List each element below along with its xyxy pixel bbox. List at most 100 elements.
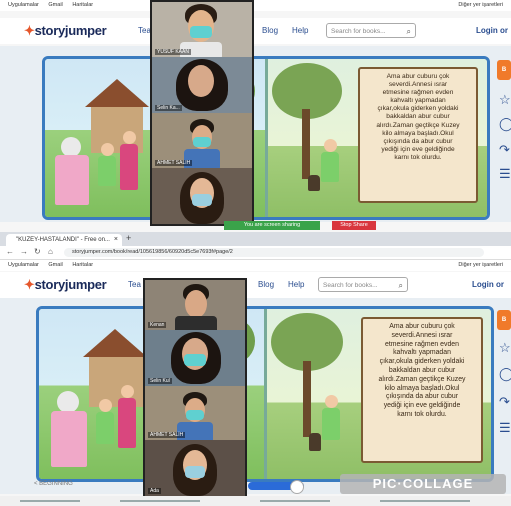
bookmarks-bar: Uygulamalar Gmail Haritalar Diğer yer iş… — [0, 0, 511, 11]
bottom-toolbar-strip — [0, 496, 511, 506]
participant-tile[interactable]: Ada — [145, 440, 245, 496]
book-page-right: Ama abur cuburu çok severdi.Annesi ısrar… — [265, 309, 491, 479]
story-line: bakkaldan abur cubur — [388, 366, 456, 374]
story-line: alırdı.Zaman geçtikçe Kuzey — [378, 375, 466, 383]
bookmark-other[interactable]: Diğer yer işaretleri — [458, 0, 503, 11]
story-line: severdi.Annesi ısrar — [388, 81, 448, 89]
boy — [98, 156, 116, 186]
buy-tab[interactable]: B — [497, 310, 511, 330]
login-link[interactable]: Login or — [476, 26, 508, 35]
backpack — [308, 175, 320, 191]
participant-name: Selin Kul — [148, 378, 172, 384]
bookmark-maps[interactable]: Haritalar — [72, 2, 93, 8]
search-input[interactable]: Search for books... ⌕ — [326, 23, 416, 38]
bookmark-maps[interactable]: Haritalar — [72, 262, 93, 268]
story-line: Ama abur cuburu çok — [389, 323, 455, 330]
bookmark-gmail[interactable]: Gmail — [48, 262, 62, 268]
backpack — [309, 433, 321, 451]
search-icon: ⌕ — [398, 281, 403, 290]
boy-head — [99, 399, 112, 412]
participant-tile[interactable]: Selin Kul — [145, 330, 245, 386]
share-icon[interactable]: ↷ — [499, 142, 510, 158]
story-line: karnı tok olurdu. — [394, 153, 442, 161]
list-icon[interactable]: ☰ — [499, 420, 511, 436]
boy — [96, 412, 114, 444]
pic-collage-watermark: PIC·COLLAGE — [340, 474, 506, 494]
tree-trunk — [303, 361, 311, 437]
story-line: çıkışında da abur cubur — [383, 137, 453, 145]
book-spine — [264, 309, 267, 479]
nav-help[interactable]: Help — [288, 280, 304, 289]
grandma — [55, 155, 89, 205]
close-icon[interactable]: × — [114, 234, 118, 246]
house-roof — [83, 329, 147, 357]
story-line: alırdı.Zaman geçtikçe Kuzey — [376, 121, 460, 129]
kuzey — [322, 408, 340, 440]
book-viewer[interactable]: Ama abur cuburu çok severdi.Annesi ısrar… — [36, 306, 494, 482]
participant-tile[interactable] — [152, 168, 252, 224]
nav-teachers[interactable]: Tea — [138, 26, 151, 35]
participant-name: Ada — [148, 488, 161, 494]
story-line: bakkaldan abur cubur — [386, 113, 450, 121]
nav-teachers[interactable]: Tea — [128, 280, 141, 289]
screen-share-status: You are screen sharing — [224, 221, 320, 230]
story-line: kilo almaya başladı.Okul — [384, 384, 460, 392]
page-slider[interactable] — [248, 480, 304, 494]
participant-tile[interactable]: Selin Ka... — [152, 57, 252, 113]
search-icon: ⌕ — [406, 27, 411, 36]
story-line: yediği için eve geldiğinde — [383, 402, 461, 410]
buy-tab[interactable]: B — [497, 60, 511, 80]
nav-blog[interactable]: Blog — [258, 280, 274, 289]
login-link[interactable]: Login or — [472, 280, 504, 289]
screen-share-bar: You are screen sharing Stop Share — [224, 221, 384, 230]
forward-icon[interactable]: → — [20, 247, 28, 256]
url-field[interactable]: storyjumper.com/book/read/105619856/6092… — [64, 248, 484, 257]
story-line: severdi.Annesi ısrar — [391, 331, 453, 339]
comment-icon[interactable]: ◯ — [499, 366, 511, 382]
reload-icon[interactable]: ↻ — [34, 247, 41, 256]
star-icon[interactable]: ☆ — [499, 92, 511, 108]
comment-icon[interactable]: ◯ — [499, 116, 511, 132]
browser-tabbar: "KUZEY-HASTALANDI" - Free on... × + — [0, 232, 511, 246]
participant-name: AHMET SALİH — [148, 432, 186, 438]
browser-tab[interactable]: "KUZEY-HASTALANDI" - Free on... × — [6, 234, 122, 246]
book-viewer[interactable]: Ama abur cuburu çok severdi.Annesi ısrar… — [42, 56, 490, 220]
search-input[interactable]: Search for books... ⌕ — [318, 277, 408, 292]
kuzey-head — [324, 139, 337, 152]
stop-share-button[interactable]: Stop Share — [332, 221, 376, 230]
nav-help[interactable]: Help — [292, 26, 308, 35]
kuzey — [321, 152, 339, 182]
storyjumper-logo[interactable]: ✦storyjumper — [24, 277, 107, 293]
list-icon[interactable]: ☰ — [499, 166, 511, 182]
story-line: kahvaltı yapmadan — [390, 97, 446, 105]
back-icon[interactable]: ← — [6, 247, 14, 256]
nav-blog[interactable]: Blog — [262, 26, 278, 35]
story-text-box: Ama abur cuburu çok severdi.Annesi ısrar… — [358, 67, 478, 203]
bookmark-apps[interactable]: Uygulamalar — [8, 2, 39, 8]
participant-name: AHMET SALIH — [155, 160, 193, 166]
story-line: çıkar,okula giderken yoldaki — [377, 105, 459, 113]
new-tab-button[interactable]: + — [126, 233, 131, 243]
participant-tile[interactable]: AHMET SALIH — [152, 113, 252, 168]
story-line: kilo almaya başladı.Okul — [382, 129, 454, 137]
participant-tile[interactable]: YUSUF KAAN — [152, 2, 252, 57]
participant-tile[interactable]: AHMET SALİH — [145, 386, 245, 440]
kuzey-head — [325, 395, 338, 408]
story-line: kahvaltı yapmadan — [393, 349, 451, 357]
mother-head — [121, 385, 134, 398]
star-icon[interactable]: ☆ — [499, 340, 511, 356]
storyjumper-logo[interactable]: ✦storyjumper — [24, 23, 107, 39]
bookmark-apps[interactable]: Uygulamalar — [8, 262, 39, 268]
bookmark-other[interactable]: Diğer yer işaretleri — [458, 260, 503, 271]
slider-knob[interactable] — [290, 480, 304, 494]
share-icon[interactable]: ↷ — [499, 394, 510, 410]
participant-tile[interactable]: Kenan — [145, 280, 245, 330]
beginning-link[interactable]: < BEGINNING — [34, 481, 73, 487]
story-line: çıkar,okula giderken yoldaki — [379, 358, 465, 366]
site-header: ✦storyjumper Tea Blog Help Search for bo… — [0, 18, 511, 44]
bookmarks-bar: Uygulamalar Gmail Haritalar Diğer yer iş… — [0, 260, 511, 271]
bookmark-gmail[interactable]: Gmail — [48, 2, 62, 8]
home-icon[interactable]: ⌂ — [48, 247, 53, 256]
story-line: etmesine rağmen evden — [385, 340, 459, 348]
top-screenshot: Uygulamalar Gmail Haritalar Diğer yer iş… — [0, 0, 511, 232]
